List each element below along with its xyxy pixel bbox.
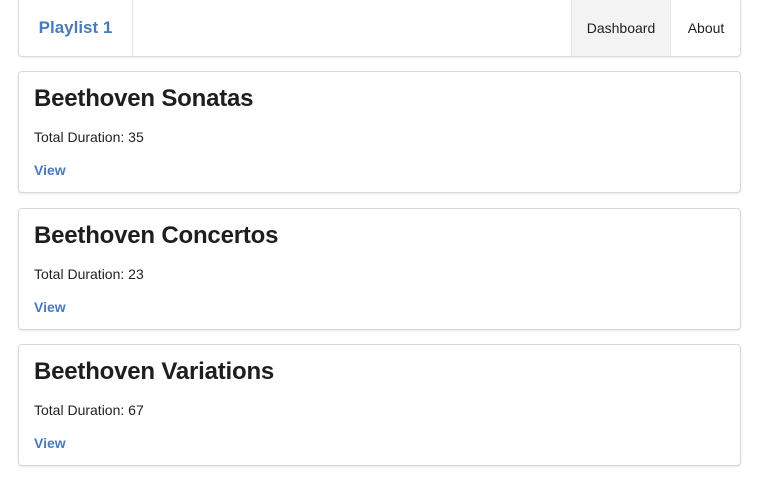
view-link[interactable]: View xyxy=(34,299,66,315)
playlist-title: Beethoven Variations xyxy=(34,358,275,385)
playlist-card: Beethoven Sonatas Total Duration: 35 Vie… xyxy=(18,71,741,193)
playlist-card: Beethoven Variations Total Duration: 67 … xyxy=(18,344,741,466)
duration-label: Total Duration: xyxy=(34,266,125,282)
playlist-title: Beethoven Sonatas xyxy=(34,85,254,112)
nav-item-dashboard[interactable]: Dashboard xyxy=(571,0,671,56)
duration-label: Total Duration: xyxy=(34,402,125,418)
view-link[interactable]: View xyxy=(34,162,66,178)
playlist-card: Beethoven Concertos Total Duration: 23 V… xyxy=(18,208,741,330)
duration-value: 23 xyxy=(128,266,144,282)
brand-link[interactable]: Playlist 1 xyxy=(19,0,133,56)
total-duration: Total Duration: 23 xyxy=(34,266,144,282)
playlist-title: Beethoven Concertos xyxy=(34,222,279,249)
page: Playlist 1 Dashboard About Beethoven Son… xyxy=(0,0,762,488)
total-duration: Total Duration: 35 xyxy=(34,129,144,145)
top-navbar: Playlist 1 Dashboard About xyxy=(18,0,741,57)
duration-label: Total Duration: xyxy=(34,129,125,145)
nav-item-about[interactable]: About xyxy=(671,0,741,56)
duration-value: 35 xyxy=(128,129,144,145)
duration-value: 67 xyxy=(128,402,144,418)
view-link[interactable]: View xyxy=(34,435,66,451)
total-duration: Total Duration: 67 xyxy=(34,402,144,418)
